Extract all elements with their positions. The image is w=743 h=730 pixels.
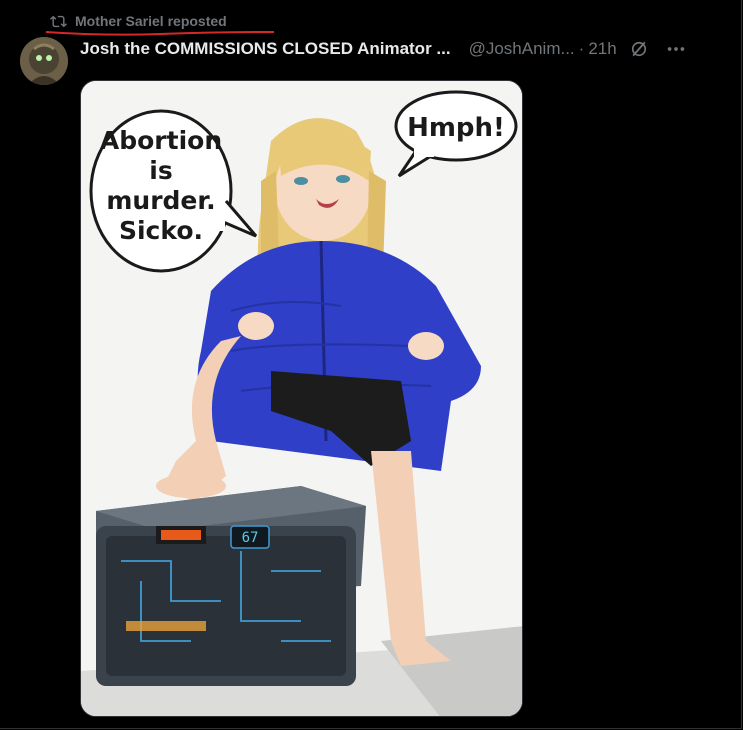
more-icon[interactable]: [665, 38, 687, 60]
crate-number: 67: [242, 530, 259, 546]
separator-dot: ·: [578, 39, 585, 58]
post-container[interactable]: Mother Sariel reposted Josh the COMMISSI…: [0, 0, 742, 729]
red-annotation-underline: [45, 31, 275, 36]
repost-context[interactable]: Mother Sariel reposted: [50, 12, 227, 30]
bubble-right-text: Hmph!: [407, 113, 505, 143]
repost-icon: [50, 15, 67, 27]
post-media-image[interactable]: 67 Abortion is murder. Sicko. Hmph!: [80, 80, 523, 717]
repost-label[interactable]: Mother Sariel reposted: [75, 13, 227, 29]
grok-icon[interactable]: [629, 39, 649, 59]
bubble-left-line-3: murder.: [106, 186, 215, 215]
post-timestamp[interactable]: 21h: [588, 39, 616, 59]
author-handle[interactable]: @JoshAnim...: [469, 39, 575, 59]
bubble-left-line-4: Sicko.: [119, 216, 203, 245]
avatar-image: [20, 37, 68, 85]
crate: 67: [96, 486, 366, 686]
illustration: 67 Abortion is murder. Sicko. Hmph!: [81, 81, 522, 716]
bubble-left-line-2: is: [149, 156, 172, 185]
author-display-name[interactable]: Josh the COMMISSIONS CLOSED Animator ...: [80, 39, 451, 59]
bubble-left-line-1: Abortion: [100, 126, 222, 155]
post-header: Josh the COMMISSIONS CLOSED Animator ...…: [80, 38, 727, 60]
avatar[interactable]: [20, 37, 68, 85]
